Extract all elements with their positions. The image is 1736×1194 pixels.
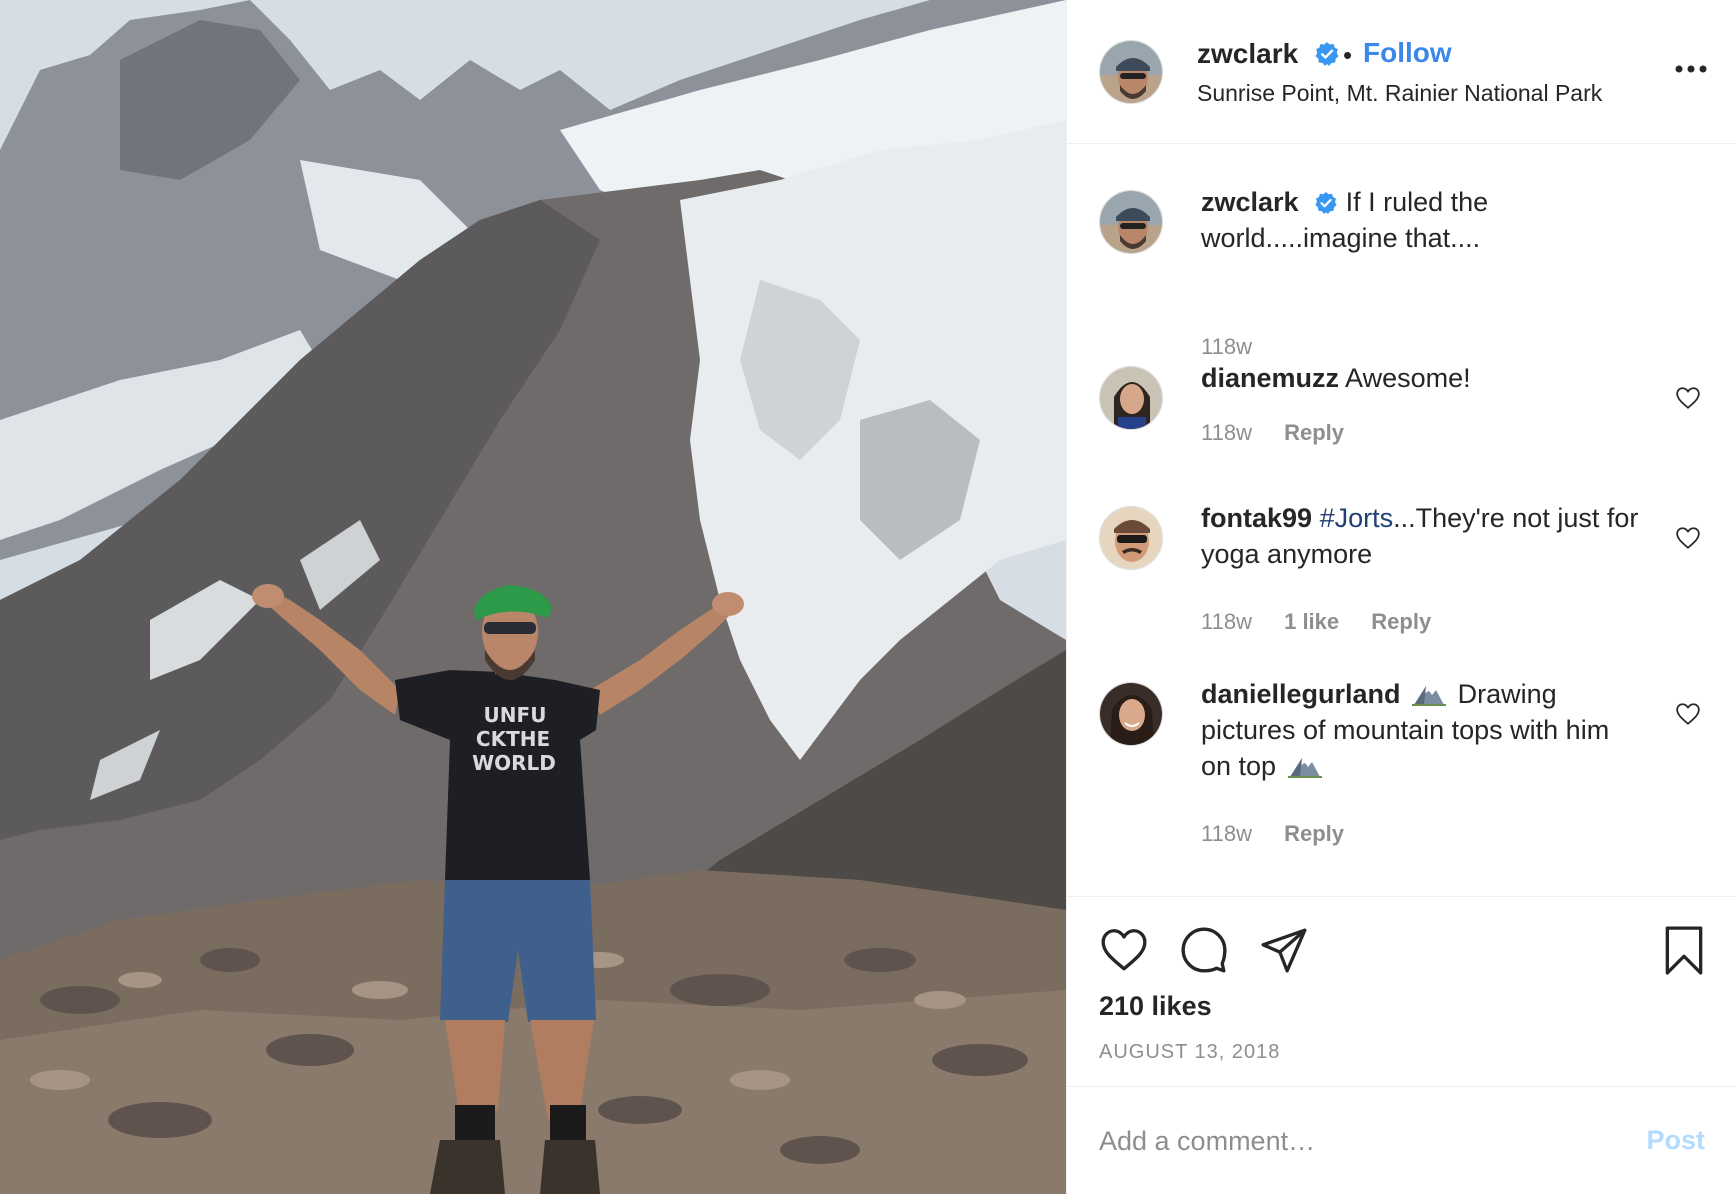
author-avatar[interactable]	[1099, 40, 1163, 104]
like-comment-heart-icon[interactable]	[1675, 702, 1701, 726]
comment-time[interactable]: 118w	[1201, 609, 1252, 634]
post-date[interactable]: AUGUST 13, 2018	[1099, 1041, 1280, 1064]
comment-time[interactable]: 118w	[1201, 420, 1252, 445]
snow-capped-mountain-emoji-icon	[1287, 758, 1322, 778]
author-username-text[interactable]: zwclark	[1197, 38, 1298, 69]
mountain-scene: UNFU CKTHE WORLD	[0, 0, 1066, 1194]
comment-username[interactable]: daniellegurland	[1201, 679, 1401, 709]
avatar-dianemuzz-image	[1100, 367, 1162, 429]
comment-time[interactable]: 118w	[1201, 821, 1252, 846]
avatar-fontak99-image	[1100, 507, 1162, 569]
post-header: zwclark • Follow Sunrise Point, Mt. Rain…	[1067, 0, 1736, 144]
add-comment-bar: Post	[1067, 1086, 1736, 1194]
like-comment-heart-icon[interactable]	[1675, 386, 1701, 410]
comment-hashtag[interactable]: #Jorts	[1320, 503, 1394, 533]
comment-text: dianemuzz Awesome!	[1201, 360, 1641, 396]
reply-button[interactable]: Reply	[1371, 609, 1431, 634]
avatar-daniellegurland-image	[1100, 683, 1162, 745]
author-username[interactable]: zwclark	[1197, 38, 1340, 70]
svg-text:UNFU: UNFU	[484, 703, 547, 727]
comment-input[interactable]	[1099, 1113, 1619, 1169]
comment-meta: 118w Reply	[1201, 420, 1370, 446]
caption-time[interactable]: 118w	[1201, 334, 1252, 359]
post-location[interactable]: Sunrise Point, Mt. Rainier National Park	[1197, 80, 1602, 107]
verified-badge-icon	[1315, 192, 1337, 214]
caption-meta: 118w	[1201, 334, 1278, 360]
like-heart-icon[interactable]	[1099, 925, 1149, 975]
avatar-zwclark-image	[1100, 41, 1162, 103]
caption-avatar[interactable]	[1099, 190, 1163, 254]
caption-text: zwclark If I ruled the world.....imagine…	[1201, 184, 1641, 256]
verified-badge-icon	[1315, 42, 1339, 66]
avatar-zwclark-image	[1100, 191, 1162, 253]
caption-username[interactable]: zwclark	[1201, 187, 1299, 217]
svg-text:CKTHE: CKTHE	[476, 727, 550, 751]
comment-username[interactable]: dianemuzz	[1201, 363, 1339, 393]
post-photo[interactable]: UNFU CKTHE WORLD	[0, 0, 1066, 1194]
reply-button[interactable]: Reply	[1284, 821, 1344, 846]
comment-meta: 118w Reply	[1201, 821, 1370, 847]
post-details-panel: zwclark • Follow Sunrise Point, Mt. Rain…	[1066, 0, 1736, 1194]
commenter-avatar[interactable]	[1099, 366, 1163, 430]
more-options-icon[interactable]	[1673, 62, 1709, 76]
save-bookmark-icon[interactable]	[1659, 925, 1709, 975]
snow-capped-mountain-emoji-icon	[1412, 686, 1447, 706]
svg-text:WORLD: WORLD	[472, 751, 556, 775]
share-paper-plane-icon[interactable]	[1259, 925, 1309, 975]
post-actions: 210 likes AUGUST 13, 2018	[1067, 896, 1736, 1086]
commenter-avatar[interactable]	[1099, 682, 1163, 746]
comment-message: Awesome!	[1345, 363, 1471, 393]
comment-text: daniellegurland Drawing pictures of moun…	[1201, 676, 1641, 784]
commenter-avatar[interactable]	[1099, 506, 1163, 570]
comment-likes-count[interactable]: 1 like	[1284, 609, 1339, 634]
comment-text: fontak99 #Jorts...They're not just for y…	[1201, 500, 1641, 572]
comment-bubble-icon[interactable]	[1179, 925, 1229, 975]
follow-button[interactable]: Follow	[1363, 37, 1452, 69]
likes-count[interactable]: 210 likes	[1099, 991, 1212, 1022]
reply-button[interactable]: Reply	[1284, 420, 1344, 445]
comments-list[interactable]: zwclark If I ruled the world.....imagine…	[1067, 145, 1736, 895]
comment-meta: 118w 1 like Reply	[1201, 609, 1457, 635]
comment-username[interactable]: fontak99	[1201, 503, 1312, 533]
like-comment-heart-icon[interactable]	[1675, 526, 1701, 550]
post-comment-button[interactable]: Post	[1646, 1125, 1705, 1156]
header-separator: •	[1343, 40, 1353, 70]
